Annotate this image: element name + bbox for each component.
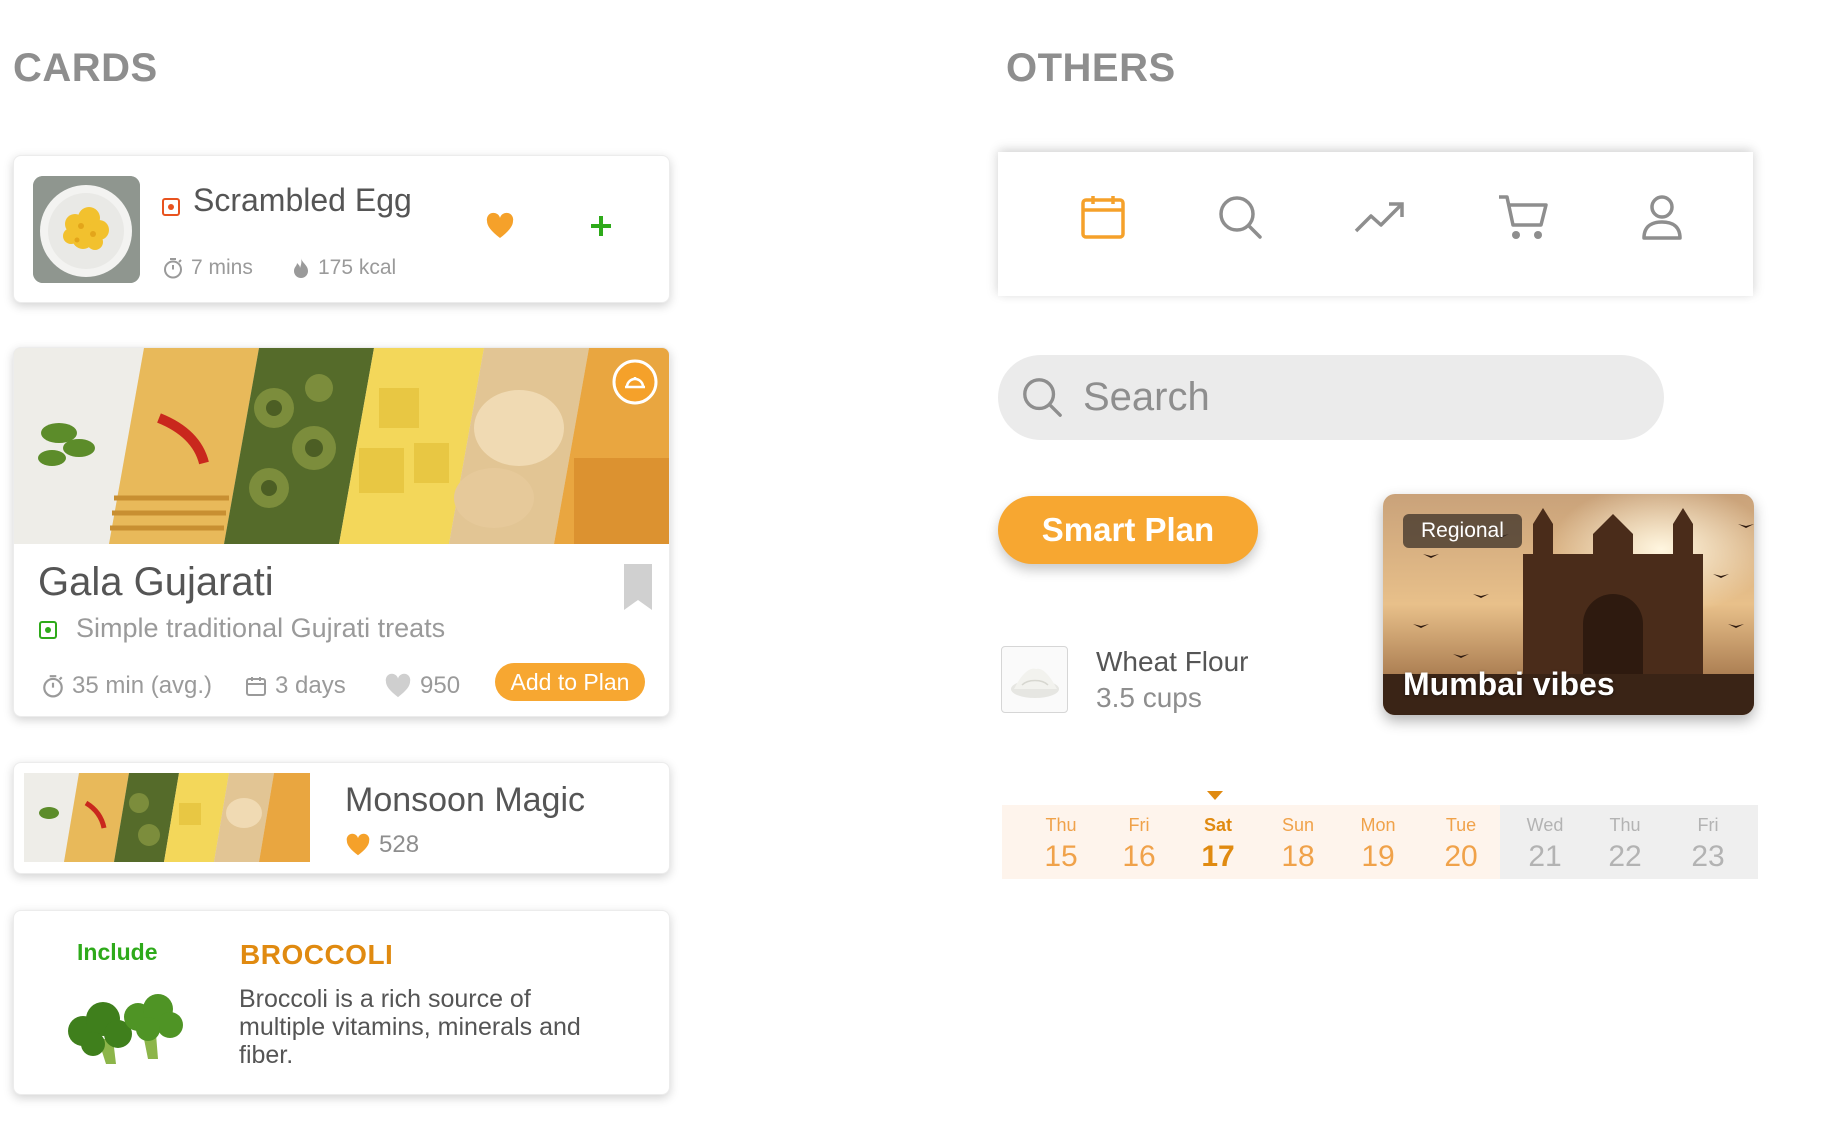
day-name: Wed xyxy=(1526,815,1564,835)
date-item[interactable]: Thu 22 xyxy=(1590,815,1660,874)
food-description: Broccoli is a rich source of multiple vi… xyxy=(239,985,581,1069)
prep-time-label: 7 mins xyxy=(191,256,253,279)
likes: 528 xyxy=(345,831,419,859)
calories: 175 kcal xyxy=(292,256,396,280)
heart-icon[interactable] xyxy=(485,212,515,245)
likes-count: 950 xyxy=(420,672,461,699)
smart-plan-button[interactable]: Smart Plan xyxy=(998,496,1258,564)
nutrition-tip-card-broccoli[interactable]: Include BROCCOLI Broccoli is a rich sour… xyxy=(13,910,670,1095)
meal-plan-title: Gala Gujarati xyxy=(38,560,274,604)
veg-indicator-icon xyxy=(39,621,57,639)
day-date: 17 xyxy=(1201,840,1235,873)
day-date: 19 xyxy=(1361,840,1395,873)
ingredient-item[interactable]: Wheat Flour 3.5 cups xyxy=(1001,644,1321,724)
date-item[interactable]: Fri 16 xyxy=(1104,815,1174,874)
date-item[interactable]: Wed 21 xyxy=(1510,815,1580,874)
date-item[interactable]: Thu 15 xyxy=(1026,815,1096,874)
flame-icon xyxy=(294,258,308,278)
selected-date-caret-icon xyxy=(1207,791,1223,800)
prep-time: 7 mins xyxy=(163,256,253,280)
search-input[interactable] xyxy=(1083,367,1623,427)
avg-time-label: 35 min (avg.) xyxy=(72,672,213,699)
cart-icon[interactable] xyxy=(1496,190,1550,244)
date-item-selected[interactable]: Sat 17 xyxy=(1183,815,1253,874)
date-strip: Thu 15 Fri 16 Sat 17 Sun 18 Mon 19 Tue 20 Wed 2… xyxy=(1002,805,1758,879)
heart-icon xyxy=(346,833,370,856)
regional-collection-card[interactable]: Regional Mumbai vibes xyxy=(1383,494,1754,715)
regional-tag: Regional xyxy=(1403,514,1522,548)
cards-section-title: CARDS xyxy=(13,46,158,90)
day-name: Thu xyxy=(1609,815,1641,835)
recipe-thumbnail xyxy=(33,176,140,283)
broccoli-image xyxy=(58,989,188,1074)
day-name: Fri xyxy=(1128,815,1150,835)
day-date: 21 xyxy=(1528,840,1562,873)
others-section-title: OTHERS xyxy=(1006,46,1176,90)
plan-duration: 3 days xyxy=(245,672,346,700)
date-item[interactable]: Mon 19 xyxy=(1343,815,1413,874)
bottom-tab-bar xyxy=(998,152,1753,296)
day-name: Mon xyxy=(1360,815,1396,835)
calories-label: 175 kcal xyxy=(318,256,397,279)
food-title: BROCCOLI xyxy=(240,939,394,970)
avg-time: 35 min (avg.) xyxy=(42,672,212,700)
stopwatch-icon xyxy=(164,258,182,279)
search-icon[interactable] xyxy=(1213,190,1267,244)
bookmark-icon[interactable] xyxy=(623,563,653,616)
day-name: Sun xyxy=(1281,815,1315,835)
ingredient-name: Wheat Flour xyxy=(1096,646,1249,677)
trending-icon[interactable] xyxy=(1353,190,1407,244)
collection-title: Mumbai vibes xyxy=(1403,666,1615,702)
date-item[interactable]: Sun 18 xyxy=(1263,815,1333,874)
day-date: 15 xyxy=(1044,840,1078,873)
day-date: 20 xyxy=(1444,840,1478,873)
meal-plan-card-monsoon-magic[interactable]: Monsoon Magic 528 xyxy=(13,762,670,874)
search-bar[interactable] xyxy=(998,355,1664,440)
heart-icon xyxy=(385,673,411,698)
ingredient-quantity: 3.5 cups xyxy=(1096,682,1202,713)
meal-plan-card-gala-gujarati[interactable]: Gala Gujarati Simple traditional Gujrati… xyxy=(13,347,670,717)
day-name: Thu xyxy=(1045,815,1077,835)
non-veg-indicator-icon xyxy=(162,198,180,216)
meal-plan-subtitle: Simple traditional Gujrati treats xyxy=(76,613,446,643)
meal-plan-banner-image xyxy=(14,348,669,544)
day-name: Fri xyxy=(1697,815,1719,835)
search-icon xyxy=(1023,378,1062,417)
day-date: 16 xyxy=(1122,840,1156,873)
recipe-card-scrambled-egg[interactable]: Scrambled Egg 7 mins 175 kcal xyxy=(13,155,670,303)
add-to-plan-button[interactable]: Add to Plan xyxy=(495,663,645,701)
meal-plan-title: Monsoon Magic xyxy=(345,781,586,819)
day-date: 22 xyxy=(1608,840,1642,873)
day-name: Tue xyxy=(1445,815,1477,835)
ingredient-thumbnail xyxy=(1001,646,1068,713)
meal-plan-thumbnail xyxy=(24,773,310,862)
likes-count: 528 xyxy=(379,831,420,858)
day-date: 23 xyxy=(1691,840,1725,873)
day-date: 18 xyxy=(1281,840,1315,873)
day-name: Sat xyxy=(1203,815,1232,835)
likes: 950 xyxy=(384,672,460,700)
plus-icon[interactable] xyxy=(589,214,613,243)
date-item[interactable]: Fri 23 xyxy=(1673,815,1743,874)
calendar-icon[interactable] xyxy=(1076,190,1130,244)
plan-duration-label: 3 days xyxy=(275,672,346,699)
recipe-title: Scrambled Egg xyxy=(193,182,412,218)
include-label: Include xyxy=(77,939,158,965)
dish-icon xyxy=(612,359,658,405)
stopwatch-icon xyxy=(43,675,63,698)
profile-icon[interactable] xyxy=(1635,190,1689,244)
calendar-icon xyxy=(246,677,266,696)
date-item[interactable]: Tue 20 xyxy=(1426,815,1496,874)
